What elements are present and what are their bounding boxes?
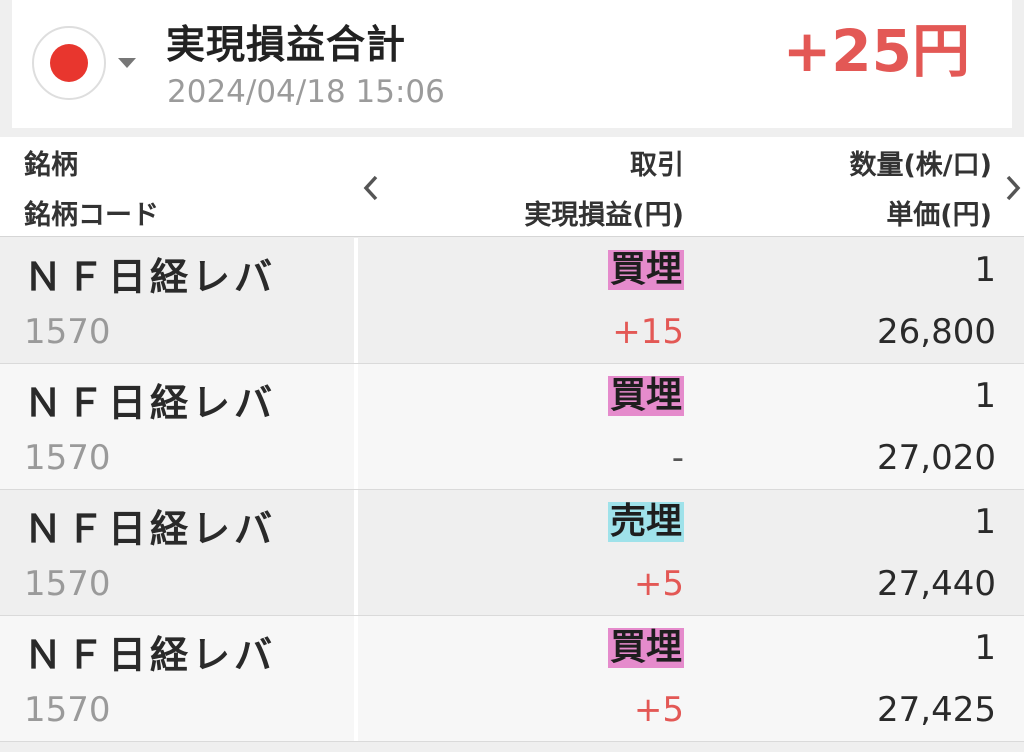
column-divider — [354, 238, 358, 363]
realized-pl: +15 — [612, 312, 684, 352]
trade-row[interactable]: ＮＦ日経レバ 1570 買埋 +5 1 27,425 — [0, 616, 1024, 742]
unit-price: 27,425 — [877, 690, 996, 730]
trade-type-badge: 買埋 — [607, 627, 684, 668]
chevron-right-icon[interactable] — [998, 163, 1024, 213]
quantity: 1 — [974, 376, 996, 416]
table-header: 銘柄 銘柄コード 取引 実現損益(円) 数量(株/口) 単価(円) — [0, 137, 1024, 237]
header-stock-name: 銘柄 — [24, 150, 78, 181]
unit-price: 27,440 — [877, 564, 996, 604]
header-stock-code: 銘柄コード — [24, 200, 159, 231]
realized-pl: +5 — [633, 564, 684, 604]
column-divider — [354, 616, 358, 741]
stock-name: ＮＦ日経レバ — [24, 255, 277, 299]
trade-type-badge: 売埋 — [607, 501, 684, 542]
column-divider — [354, 490, 358, 615]
stock-code: 1570 — [24, 438, 111, 478]
summary-datetime: 2024/04/18 15:06 — [167, 74, 445, 110]
summary-total: +25円 — [782, 17, 970, 85]
header-realized-pl: 実現損益(円) — [524, 200, 684, 231]
header-trade: 取引 — [630, 150, 684, 181]
realized-pl: +5 — [633, 690, 684, 730]
stock-code: 1570 — [24, 564, 111, 604]
realized-pl-screen: 実現損益合計 2024/04/18 15:06 +25円 銘柄 銘柄コード 取引… — [0, 0, 1024, 752]
quantity: 1 — [974, 502, 996, 542]
caret-down-icon[interactable] — [118, 58, 136, 68]
stock-name: ＮＦ日経レバ — [24, 381, 277, 425]
flag-sun — [50, 44, 88, 82]
quantity: 1 — [974, 250, 996, 290]
header-unit-price: 単価(円) — [886, 200, 992, 231]
stock-code: 1570 — [24, 690, 111, 730]
trade-type-badge: 買埋 — [607, 249, 684, 290]
quantity: 1 — [974, 628, 996, 668]
column-divider — [354, 364, 358, 489]
trade-row[interactable]: ＮＦ日経レバ 1570 買埋 - 1 27,020 — [0, 364, 1024, 490]
chevron-left-icon[interactable] — [356, 163, 386, 213]
unit-price: 27,020 — [877, 438, 996, 478]
summary-title: 実現損益合計 — [166, 23, 407, 68]
market-selector[interactable] — [32, 26, 136, 100]
japan-flag-icon[interactable] — [32, 26, 106, 100]
realized-pl: - — [671, 438, 684, 478]
trade-row[interactable]: ＮＦ日経レバ 1570 売埋 +5 1 27,440 — [0, 490, 1024, 616]
stock-name: ＮＦ日経レバ — [24, 507, 277, 551]
trade-list: ＮＦ日経レバ 1570 買埋 +15 1 26,800 ＮＦ日経レバ 1570 … — [0, 238, 1024, 742]
stock-code: 1570 — [24, 312, 111, 352]
stock-name: ＮＦ日経レバ — [24, 633, 277, 677]
unit-price: 26,800 — [877, 312, 996, 352]
trade-type-badge: 買埋 — [607, 375, 684, 416]
header-quantity: 数量(株/口) — [849, 150, 992, 181]
trade-row[interactable]: ＮＦ日経レバ 1570 買埋 +15 1 26,800 — [0, 238, 1024, 364]
summary-card: 実現損益合計 2024/04/18 15:06 +25円 — [12, 0, 1012, 128]
